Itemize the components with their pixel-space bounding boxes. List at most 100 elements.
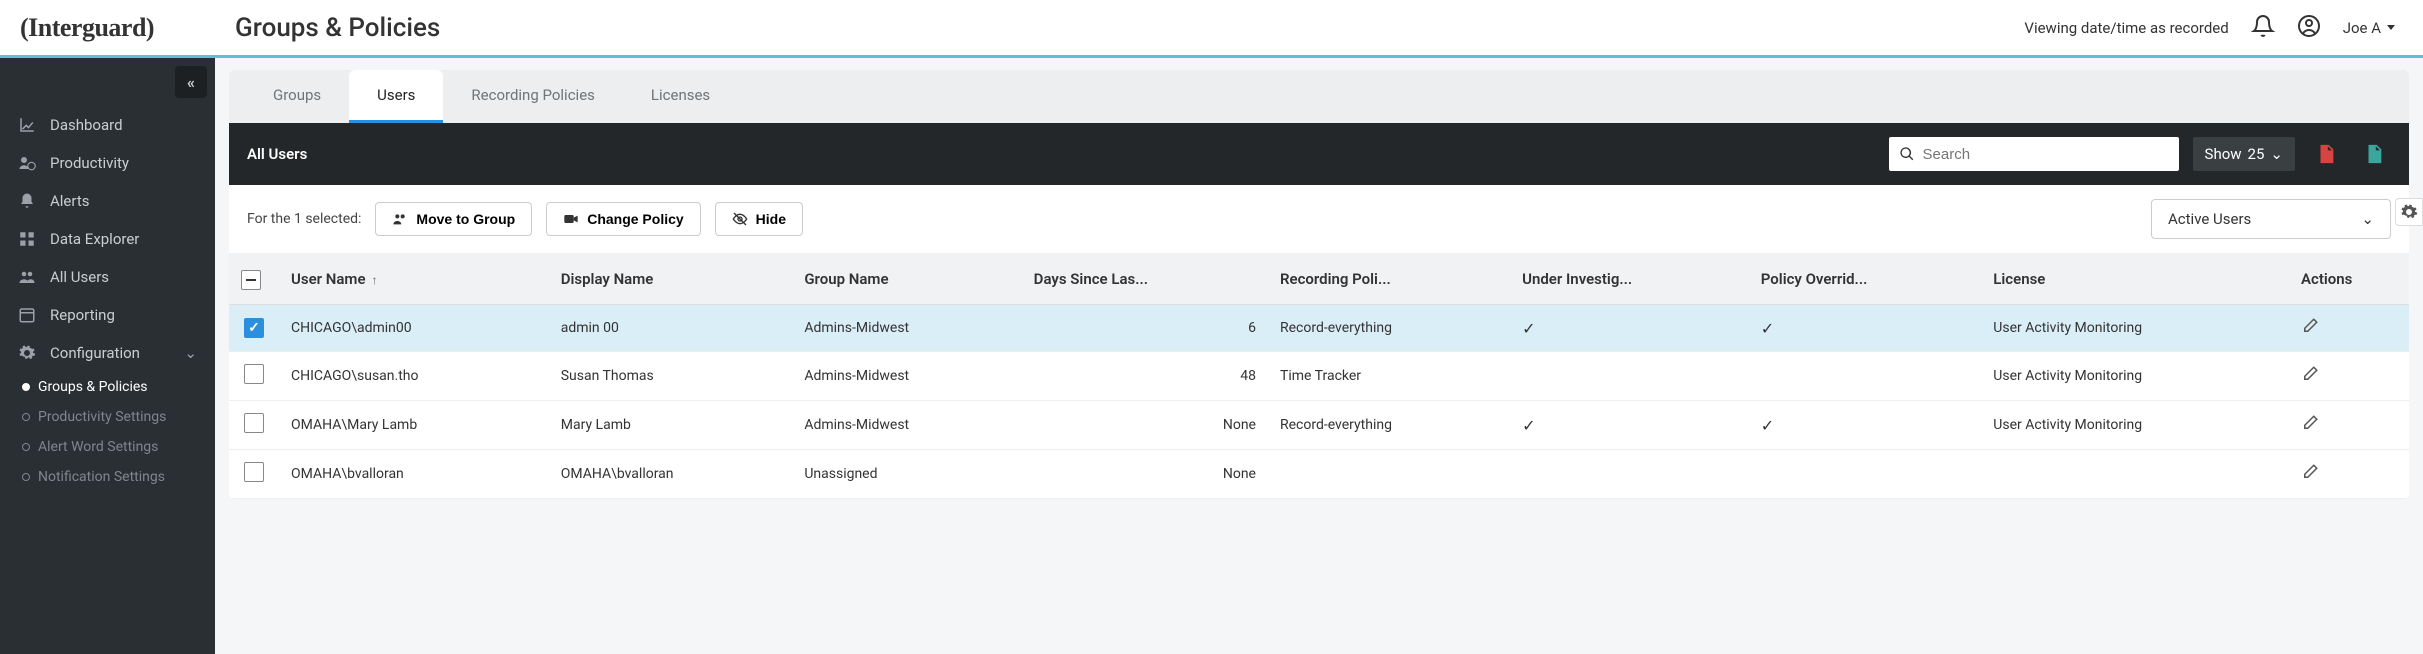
cell-user-name: CHICAGO\susan.tho xyxy=(279,352,549,401)
pencil-icon xyxy=(2301,414,2319,432)
col-group-name[interactable]: Group Name xyxy=(792,253,1021,305)
page-settings-gear-icon[interactable] xyxy=(2395,198,2423,226)
cell-days-since: 6 xyxy=(1022,305,1268,352)
show-value: 25 xyxy=(2248,145,2265,163)
row-checkbox[interactable] xyxy=(244,413,264,433)
table-row[interactable]: CHICAGO\susan.tho Susan Thomas Admins-Mi… xyxy=(229,352,2409,401)
export-csv-button[interactable] xyxy=(2357,137,2391,171)
edit-row-button[interactable] xyxy=(2301,323,2319,339)
move-to-group-button[interactable]: Move to Group xyxy=(375,202,532,236)
col-policy-override[interactable]: Policy Overrid... xyxy=(1749,253,1982,305)
sidebar-item-label: Reporting xyxy=(50,306,115,324)
table-row[interactable]: OMAHA\bvalloran OMAHA\bvalloran Unassign… xyxy=(229,450,2409,499)
sidebar-collapse-button[interactable]: « xyxy=(175,66,207,98)
sidebar-item-productivity[interactable]: Productivity xyxy=(0,144,215,182)
col-under-investigation[interactable]: Under Investig... xyxy=(1510,253,1749,305)
sidebar-item-all-users[interactable]: All Users xyxy=(0,258,215,296)
col-display-name[interactable]: Display Name xyxy=(549,253,793,305)
user-avatar-icon[interactable] xyxy=(2297,14,2321,42)
check-icon: ✓ xyxy=(1761,416,1774,435)
cell-group-name: Admins-Midwest xyxy=(792,305,1021,352)
subnav-label: Alert Word Settings xyxy=(38,439,158,455)
sidebar-item-label: Data Explorer xyxy=(50,230,139,248)
sidebar-item-configuration[interactable]: Configuration ⌄ xyxy=(0,334,215,372)
change-policy-button[interactable]: Change Policy xyxy=(546,202,700,236)
row-checkbox[interactable] xyxy=(244,462,264,482)
row-checkbox[interactable] xyxy=(244,364,264,384)
tab-recording-policies[interactable]: Recording Policies xyxy=(443,70,623,123)
row-checkbox[interactable] xyxy=(244,318,264,338)
cell-recording-policy: Time Tracker xyxy=(1268,352,1510,401)
users-icon xyxy=(18,268,36,286)
grid-icon xyxy=(18,230,36,248)
cell-policy-override xyxy=(1749,450,1982,499)
pencil-icon xyxy=(2301,365,2319,383)
cell-under-investigation: ✓ xyxy=(1510,401,1749,450)
panel-title: All Users xyxy=(247,145,1875,163)
cell-policy-override xyxy=(1749,352,1982,401)
col-user-name[interactable]: User Name↑ xyxy=(279,253,549,305)
tab-groups[interactable]: Groups xyxy=(245,70,349,123)
cell-policy-override: ✓ xyxy=(1749,305,1982,352)
search-box[interactable] xyxy=(1889,137,2179,171)
hide-button[interactable]: Hide xyxy=(715,202,803,236)
sidebar-item-reporting[interactable]: Reporting xyxy=(0,296,215,334)
subnav-groups-policies[interactable]: Groups & Policies xyxy=(10,372,215,402)
sidebar-item-data-explorer[interactable]: Data Explorer xyxy=(0,220,215,258)
cell-days-since: 48 xyxy=(1022,352,1268,401)
viewing-mode-text: Viewing date/time as recorded xyxy=(2024,19,2228,37)
subnav-productivity-settings[interactable]: Productivity Settings xyxy=(10,402,215,432)
cell-group-name: Admins-Midwest xyxy=(792,352,1021,401)
users-icon xyxy=(392,211,408,227)
user-clock-icon xyxy=(18,154,36,172)
user-filter-dropdown[interactable]: Active Users ⌄ xyxy=(2151,199,2391,239)
cell-days-since: None xyxy=(1022,450,1268,499)
sidebar-item-dashboard[interactable]: Dashboard xyxy=(0,106,215,144)
file-csv-icon xyxy=(2363,143,2385,165)
page-title: Groups & Policies xyxy=(235,13,440,43)
col-license[interactable]: License xyxy=(1981,253,2289,305)
select-all-checkbox[interactable] xyxy=(241,270,261,290)
search-icon xyxy=(1899,146,1915,162)
caret-down-icon xyxy=(2387,25,2395,30)
col-days-since[interactable]: Days Since Las... xyxy=(1022,253,1268,305)
edit-row-button[interactable] xyxy=(2301,371,2319,387)
cell-user-name: OMAHA\Mary Lamb xyxy=(279,401,549,450)
show-label: Show xyxy=(2205,145,2242,163)
cell-user-name: CHICAGO\admin00 xyxy=(279,305,549,352)
button-label: Hide xyxy=(756,211,786,227)
cell-under-investigation xyxy=(1510,352,1749,401)
edit-row-button[interactable] xyxy=(2301,420,2319,436)
chart-line-icon xyxy=(18,116,36,134)
cell-group-name: Unassigned xyxy=(792,450,1021,499)
edit-row-button[interactable] xyxy=(2301,469,2319,485)
gear-icon xyxy=(18,344,36,362)
subnav-alert-word-settings[interactable]: Alert Word Settings xyxy=(10,432,215,462)
user-menu[interactable]: Joe A xyxy=(2343,19,2395,37)
col-recording-policy[interactable]: Recording Poli... xyxy=(1268,253,1510,305)
subnav-notification-settings[interactable]: Notification Settings xyxy=(10,462,215,492)
show-count-dropdown[interactable]: Show 25 ⌄ xyxy=(2193,137,2295,171)
export-pdf-button[interactable] xyxy=(2309,137,2343,171)
button-label: Move to Group xyxy=(416,211,515,227)
cell-group-name: Admins-Midwest xyxy=(792,401,1021,450)
tab-users[interactable]: Users xyxy=(349,70,443,123)
button-label: Change Policy xyxy=(587,211,683,227)
search-input[interactable] xyxy=(1923,146,2169,163)
sidebar-item-alerts[interactable]: Alerts xyxy=(0,182,215,220)
tab-licenses[interactable]: Licenses xyxy=(623,70,738,123)
sidebar-item-label: All Users xyxy=(50,268,109,286)
pencil-icon xyxy=(2301,317,2319,335)
pencil-icon xyxy=(2301,463,2319,481)
table-row[interactable]: OMAHA\Mary Lamb Mary Lamb Admins-Midwest… xyxy=(229,401,2409,450)
sidebar-item-label: Configuration xyxy=(50,344,140,362)
cell-recording-policy: Record-everything xyxy=(1268,305,1510,352)
sidebar-item-label: Dashboard xyxy=(50,116,123,134)
col-label: User Name xyxy=(291,270,366,288)
notifications-bell-icon[interactable] xyxy=(2251,14,2275,42)
cell-user-name: OMAHA\bvalloran xyxy=(279,450,549,499)
subnav-label: Notification Settings xyxy=(38,469,165,485)
cell-under-investigation xyxy=(1510,450,1749,499)
table-row[interactable]: CHICAGO\admin00 admin 00 Admins-Midwest … xyxy=(229,305,2409,352)
subnav-label: Productivity Settings xyxy=(38,409,166,425)
